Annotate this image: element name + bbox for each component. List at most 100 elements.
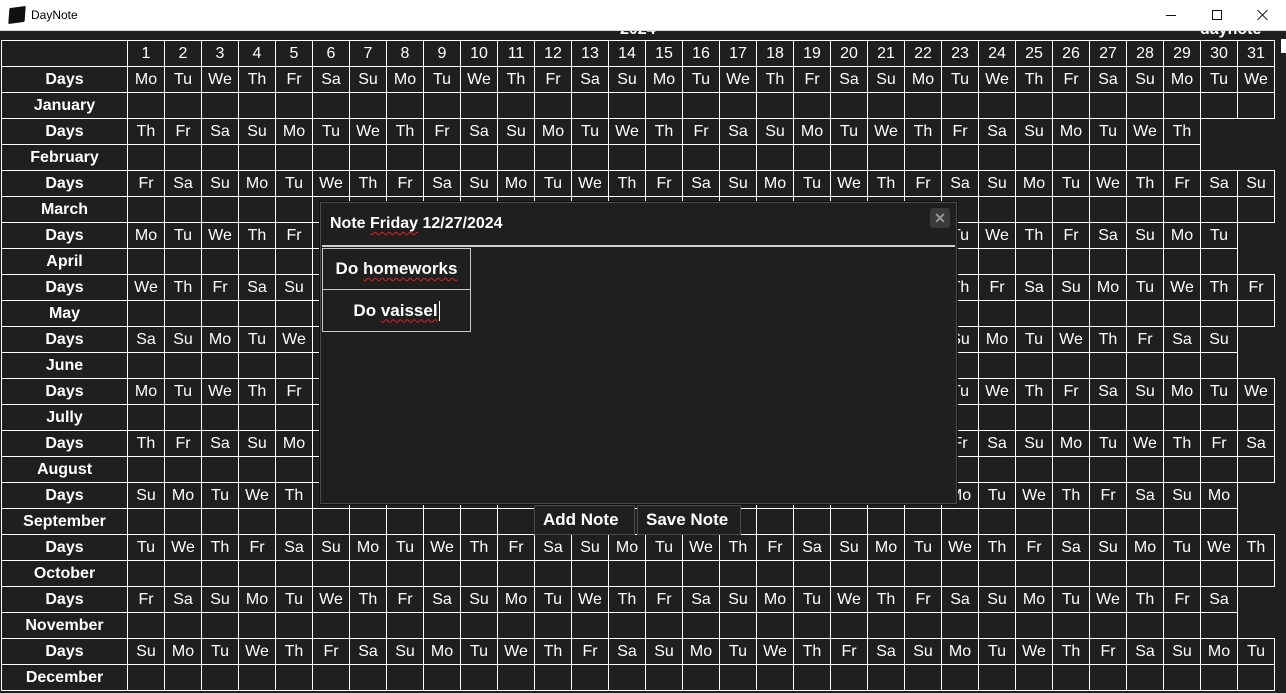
note-cell[interactable] — [1015, 300, 1053, 327]
weekday-cell[interactable]: Su — [201, 170, 239, 197]
note-cell[interactable] — [1052, 352, 1090, 379]
weekday-cell[interactable]: Mo — [164, 638, 202, 665]
note-cell[interactable] — [1163, 508, 1201, 535]
note-cell[interactable] — [1200, 560, 1238, 587]
weekday-cell[interactable]: Su — [1126, 66, 1164, 93]
note-cell[interactable] — [1015, 456, 1053, 483]
note-cell[interactable] — [941, 144, 979, 171]
weekday-cell[interactable]: Th — [1237, 534, 1275, 561]
note-cell[interactable] — [1126, 508, 1164, 535]
weekday-cell[interactable]: Tu — [275, 586, 313, 613]
note-cell[interactable] — [1237, 196, 1275, 223]
weekday-cell[interactable]: Th — [867, 586, 905, 613]
weekday-cell[interactable]: Fr — [386, 170, 424, 197]
note-cell[interactable] — [1052, 300, 1090, 327]
weekday-cell[interactable]: We — [1200, 534, 1238, 561]
weekday-cell[interactable]: Sa — [978, 118, 1016, 145]
note-cell[interactable] — [719, 612, 757, 639]
note-item[interactable]: Do vaissel — [322, 290, 471, 332]
weekday-cell[interactable]: We — [238, 482, 276, 509]
dialog-close-button[interactable]: ✕ — [930, 208, 950, 228]
weekday-cell[interactable]: Sa — [1089, 222, 1127, 249]
note-cell[interactable] — [978, 456, 1016, 483]
weekday-cell[interactable]: Fr — [793, 66, 831, 93]
note-cell[interactable] — [275, 508, 313, 535]
weekday-cell[interactable]: We — [941, 534, 979, 561]
note-cell[interactable] — [534, 92, 572, 119]
note-cell[interactable] — [312, 664, 350, 691]
note-cell[interactable] — [1163, 300, 1201, 327]
note-cell[interactable] — [978, 196, 1016, 223]
weekday-cell[interactable]: We — [201, 222, 239, 249]
weekday-cell[interactable]: Su — [978, 586, 1016, 613]
note-cell[interactable] — [645, 560, 683, 587]
weekday-cell[interactable]: Fr — [312, 638, 350, 665]
note-cell[interactable] — [941, 560, 979, 587]
note-cell[interactable] — [238, 612, 276, 639]
weekday-cell[interactable]: Sa — [867, 638, 905, 665]
note-cell[interactable] — [1163, 196, 1201, 223]
weekday-cell[interactable]: Th — [645, 118, 683, 145]
weekday-cell[interactable]: Th — [386, 118, 424, 145]
note-cell[interactable] — [386, 664, 424, 691]
note-cell[interactable] — [1200, 92, 1238, 119]
note-cell[interactable] — [275, 560, 313, 587]
note-cell[interactable] — [1052, 196, 1090, 223]
note-cell[interactable] — [164, 144, 202, 171]
note-cell[interactable] — [238, 404, 276, 431]
note-cell[interactable] — [830, 92, 868, 119]
note-cell[interactable] — [127, 352, 165, 379]
weekday-cell[interactable]: Th — [275, 638, 313, 665]
weekday-cell[interactable]: Mo — [1163, 378, 1201, 405]
note-cell[interactable] — [1015, 508, 1053, 535]
note-cell[interactable] — [201, 92, 239, 119]
note-cell[interactable] — [275, 352, 313, 379]
weekday-cell[interactable]: Fr — [1089, 482, 1127, 509]
weekday-cell[interactable]: Su — [1200, 326, 1238, 353]
weekday-cell[interactable]: Fr — [645, 170, 683, 197]
weekday-cell[interactable]: Mo — [275, 118, 313, 145]
note-cell[interactable] — [349, 144, 387, 171]
weekday-cell[interactable]: Mo — [904, 66, 942, 93]
weekday-cell[interactable]: We — [608, 118, 646, 145]
note-cell[interactable] — [793, 508, 831, 535]
weekday-cell[interactable]: Fr — [645, 586, 683, 613]
note-cell[interactable] — [349, 508, 387, 535]
note-cell[interactable] — [460, 92, 498, 119]
weekday-cell[interactable]: Fr — [941, 118, 979, 145]
weekday-cell[interactable]: Th — [164, 274, 202, 301]
weekday-cell[interactable]: Mo — [238, 170, 276, 197]
note-cell[interactable] — [1200, 456, 1238, 483]
note-cell[interactable] — [830, 560, 868, 587]
note-cell[interactable] — [571, 664, 609, 691]
note-cell[interactable] — [1089, 196, 1127, 223]
note-cell[interactable] — [978, 248, 1016, 275]
note-cell[interactable] — [867, 664, 905, 691]
note-cell[interactable] — [1015, 92, 1053, 119]
note-cell[interactable] — [275, 300, 313, 327]
note-cell[interactable] — [127, 508, 165, 535]
note-cell[interactable] — [1163, 560, 1201, 587]
weekday-cell[interactable]: Su — [497, 118, 535, 145]
note-cell[interactable] — [238, 456, 276, 483]
weekday-cell[interactable]: We — [275, 326, 313, 353]
note-cell[interactable] — [238, 196, 276, 223]
note-cell[interactable] — [978, 300, 1016, 327]
note-cell[interactable] — [423, 664, 461, 691]
weekday-cell[interactable]: Sa — [978, 430, 1016, 457]
note-cell[interactable] — [1052, 456, 1090, 483]
note-cell[interactable] — [349, 612, 387, 639]
note-cell[interactable] — [1015, 664, 1053, 691]
weekday-cell[interactable]: Tu — [275, 170, 313, 197]
weekday-cell[interactable]: Th — [1126, 586, 1164, 613]
note-cell[interactable] — [1126, 196, 1164, 223]
weekday-cell[interactable]: Sa — [1163, 326, 1201, 353]
weekday-cell[interactable]: We — [201, 66, 239, 93]
weekday-cell[interactable]: We — [1126, 430, 1164, 457]
weekday-cell[interactable]: Th — [978, 534, 1016, 561]
note-cell[interactable] — [1052, 560, 1090, 587]
note-cell[interactable] — [608, 612, 646, 639]
weekday-cell[interactable]: Su — [349, 66, 387, 93]
weekday-cell[interactable]: Tu — [164, 378, 202, 405]
weekday-cell[interactable]: Fr — [830, 638, 868, 665]
